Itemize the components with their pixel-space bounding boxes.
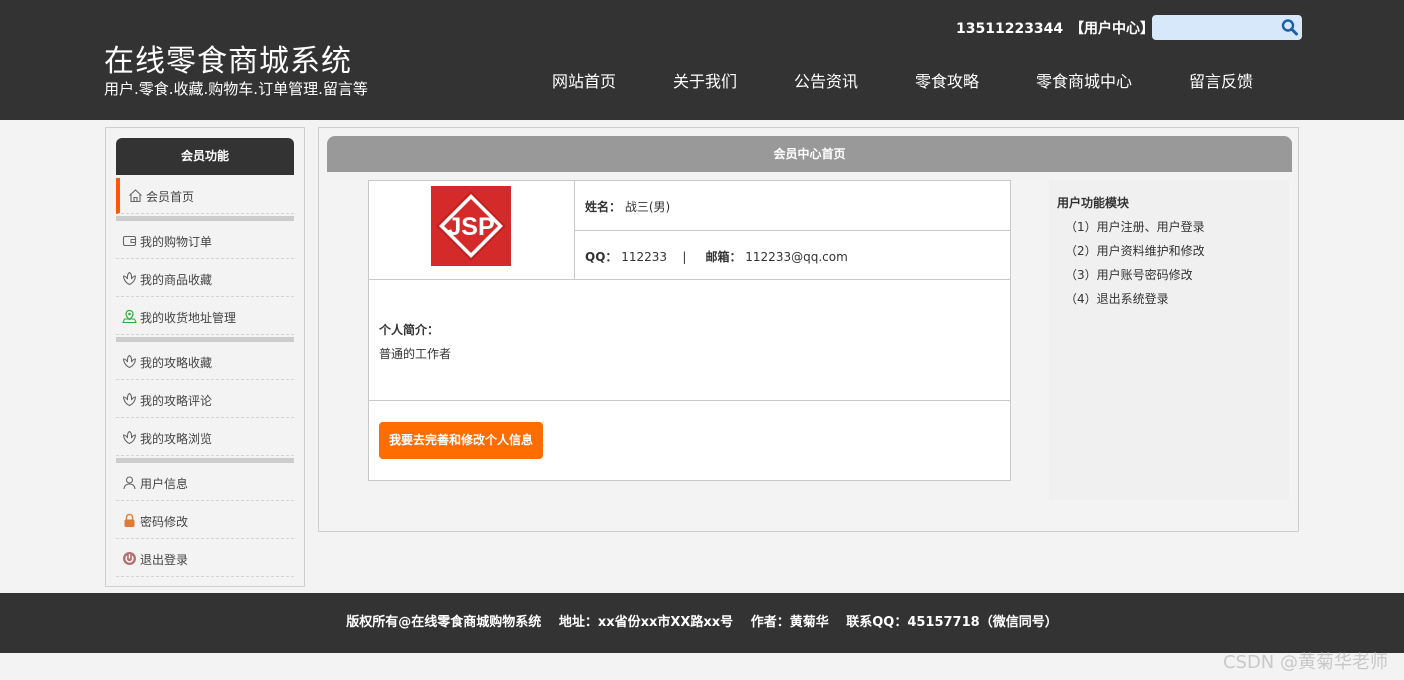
- intro-text: 普通的工作者: [379, 347, 452, 361]
- flower-icon: [122, 354, 137, 369]
- nav-news[interactable]: 公告资讯: [794, 68, 858, 92]
- sidebar-item-user-info[interactable]: 用户信息: [116, 465, 294, 501]
- module-item: （3）用户账号密码修改: [1065, 268, 1193, 282]
- member-main-panel: 会员中心首页 JSP 姓名： 战三(男) QQ： 112233 | 邮箱： 11…: [318, 127, 1299, 532]
- sidebar-item-label: 用户信息: [140, 477, 189, 491]
- sidebar-divider: [116, 458, 294, 463]
- name-value: 战三(男): [624, 200, 671, 214]
- separator: |: [682, 250, 687, 264]
- flower-icon: [122, 392, 137, 407]
- sidebar-item-guide-history[interactable]: 我的攻略浏览: [116, 420, 294, 456]
- sidebar-item-logout[interactable]: 退出登录: [116, 541, 294, 577]
- sidebar-item-password[interactable]: 密码修改: [116, 503, 294, 539]
- nav-about[interactable]: 关于我们: [673, 68, 737, 92]
- sidebar-item-label: 密码修改: [140, 515, 189, 529]
- module-item: （4）退出系统登录: [1065, 292, 1169, 306]
- email-label: 邮箱：: [705, 250, 742, 264]
- user-info-line: 13511223344 【用户中心】: [956, 18, 1154, 38]
- site-header: 在线零食商城系统 用户.零食.收藏.购物车.订单管理.留言等 135112233…: [0, 0, 1404, 120]
- sidebar-title: 会员功能: [116, 138, 294, 175]
- sidebar-item-label: 我的攻略浏览: [140, 432, 213, 446]
- module-item: （1）用户注册、用户登录: [1065, 220, 1205, 234]
- name-cell: 姓名： 战三(男): [575, 181, 1010, 231]
- flower-icon: [122, 430, 137, 445]
- function-modules-panel: 用户功能模块 （1）用户注册、用户登录 （2）用户资料维护和修改 （3）用户账号…: [1049, 180, 1289, 500]
- edit-profile-button[interactable]: 我要去完善和修改个人信息: [379, 422, 543, 459]
- nav-home[interactable]: 网站首页: [552, 68, 616, 92]
- nav-guides[interactable]: 零食攻略: [915, 68, 979, 92]
- modules-title: 用户功能模块: [1057, 196, 1130, 210]
- sidebar-item-label: 退出登录: [140, 553, 189, 567]
- wallet-icon: [122, 233, 137, 248]
- power-icon: [122, 551, 137, 566]
- sidebar-item-guide-comments[interactable]: 我的攻略评论: [116, 382, 294, 418]
- flower-icon: [122, 271, 137, 286]
- footer-text: 版权所有@在线零食商城购物系统 地址：xx省份xx市XX路xx号 作者：黄菊华 …: [346, 615, 1058, 630]
- intro-section: 个人简介： 普通的工作者: [369, 280, 1010, 401]
- user-icon: [122, 475, 137, 490]
- sidebar-item-product-favorites[interactable]: 我的商品收藏: [116, 261, 294, 297]
- avatar-cell: JSP: [369, 181, 575, 280]
- sidebar-item-label: 我的攻略收藏: [140, 356, 213, 370]
- sidebar-item-member-home[interactable]: 会员首页: [116, 178, 294, 214]
- sidebar-item-orders[interactable]: 我的购物订单: [116, 223, 294, 259]
- sidebar-item-guide-favorites[interactable]: 我的攻略收藏: [116, 344, 294, 380]
- intro-label: 个人简介：: [379, 323, 440, 337]
- sidebar-item-label: 我的收货地址管理: [140, 311, 237, 325]
- user-center-link[interactable]: 【用户中心】: [1070, 21, 1154, 37]
- profile-card: JSP 姓名： 战三(男) QQ： 112233 | 邮箱： 112233@qq…: [368, 180, 1011, 481]
- home-icon: [128, 188, 143, 203]
- site-footer: 版权所有@在线零食商城购物系统 地址：xx省份xx市XX路xx号 作者：黄菊华 …: [0, 593, 1404, 653]
- sidebar-item-address[interactable]: 我的收货地址管理: [116, 299, 294, 335]
- qq-value: 112233: [621, 250, 668, 264]
- sidebar-item-label: 会员首页: [146, 190, 195, 204]
- sidebar-item-label: 我的购物订单: [140, 235, 213, 249]
- search-icon[interactable]: [1281, 18, 1299, 37]
- member-sidebar: 会员功能 会员首页 我的购物订单 我的商品收藏 我的收货地址管理 我的攻略收藏: [105, 127, 305, 587]
- email-value: 112233@qq.com: [745, 250, 848, 264]
- site-title: 在线零食商城系统: [104, 44, 352, 79]
- sidebar-item-label: 我的商品收藏: [140, 273, 213, 287]
- search-box: [1152, 15, 1302, 40]
- sidebar-item-label: 我的攻略评论: [140, 394, 213, 408]
- sidebar-divider: [116, 216, 294, 221]
- user-phone: 13511223344: [956, 21, 1064, 37]
- qq-label: QQ：: [585, 250, 618, 264]
- search-input[interactable]: [1158, 18, 1278, 37]
- watermark: CSDN @黄菊华老师: [1222, 652, 1388, 673]
- nav-feedback[interactable]: 留言反馈: [1189, 68, 1253, 92]
- nav-shop[interactable]: 零食商城中心: [1036, 68, 1132, 92]
- location-icon: [122, 309, 137, 324]
- avatar-logo-text: JSP: [447, 213, 494, 241]
- sidebar-divider: [116, 337, 294, 342]
- page-title: 会员中心首页: [327, 136, 1292, 172]
- name-label: 姓名：: [585, 200, 622, 214]
- module-item: （2）用户资料维护和修改: [1065, 244, 1205, 258]
- contact-cell: QQ： 112233 | 邮箱： 112233@qq.com: [575, 231, 1010, 280]
- site-subtitle: 用户.零食.收藏.购物车.订单管理.留言等: [104, 80, 368, 98]
- avatar: JSP: [431, 186, 511, 266]
- lock-icon: [122, 513, 137, 528]
